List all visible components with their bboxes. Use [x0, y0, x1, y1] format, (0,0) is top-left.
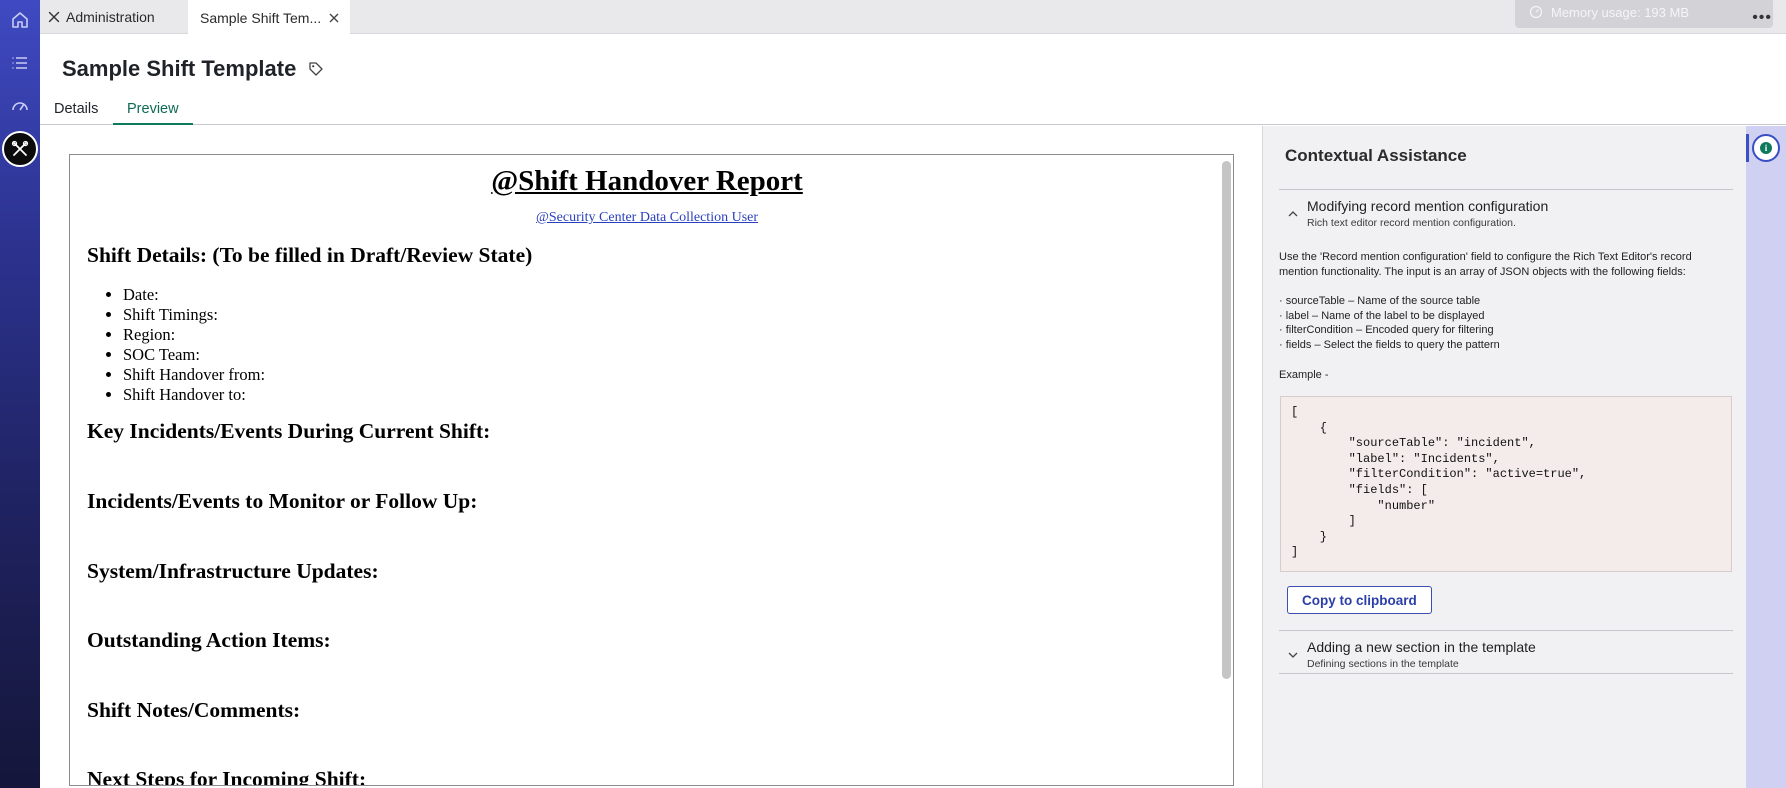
more-options-icon[interactable]: ••• [1752, 9, 1772, 27]
chevron-up-icon[interactable] [1287, 208, 1299, 220]
accordion-new-section[interactable]: Adding a new section in the template Def… [1279, 630, 1733, 674]
memory-gauge-icon [1529, 5, 1543, 19]
memory-usage-indicator: Memory usage: 193 MB [1515, 0, 1773, 28]
assist-intro: Use the 'Record mention configuration' f… [1279, 251, 1692, 278]
list-item: Date: [123, 285, 265, 305]
doc-mention-link[interactable]: @Security Center Data Collection User [87, 210, 1207, 226]
doc-heading: System/Infrastructure Updates: [87, 559, 379, 583]
accordion-subtitle: Rich text editor record mention configur… [1307, 217, 1516, 229]
page-title-text: Sample Shift Template [62, 56, 297, 81]
tab-sample-shift-template[interactable]: Sample Shift Tem... [188, 0, 350, 34]
example-label: Example - [1279, 369, 1329, 381]
assist-title: Contextual Assistance [1285, 146, 1467, 165]
contextual-assistance-panel: Contextual Assistance Modifying record m… [1262, 126, 1746, 788]
shift-details-list: Date: Shift Timings: Region: SOC Team: S… [123, 285, 265, 405]
field-item: · sourceTable – Name of the source table [1279, 295, 1481, 307]
left-nav-rail [0, 0, 40, 788]
doc-heading: Outstanding Action Items: [87, 628, 331, 652]
doc-heading: Next Steps for Incoming Shift: [87, 767, 367, 786]
home-icon[interactable] [0, 2, 40, 38]
page-title: Sample Shift Template [62, 56, 324, 82]
active-indicator [1746, 134, 1749, 162]
admin-tools-icon[interactable] [2, 131, 38, 167]
code-example-block: [ { "sourceTable": "incident", "label": … [1280, 396, 1732, 572]
chevron-down-icon[interactable] [1287, 649, 1299, 661]
list-item: Shift Handover from: [123, 365, 265, 385]
doc-title: @Shift Handover Report [491, 165, 803, 197]
list-item: SOC Team: [123, 345, 265, 365]
tag-icon[interactable] [308, 61, 324, 77]
tools-icon [48, 11, 60, 23]
memory-usage-label: Memory usage: 193 MB [1551, 4, 1690, 20]
list-item: Shift Handover to: [123, 385, 265, 405]
accordion-title: Modifying record mention configuration [1307, 198, 1549, 214]
accordion-subtitle: Defining sections in the template [1307, 658, 1459, 670]
dashboard-gauge-icon[interactable] [0, 88, 40, 124]
tab-administration[interactable]: Administration [48, 0, 155, 34]
field-item: · filterCondition – Encoded query for fi… [1279, 324, 1494, 336]
close-icon[interactable] [328, 12, 340, 24]
info-icon[interactable]: i [1752, 134, 1780, 162]
doc-heading: Key Incidents/Events During Current Shif… [87, 419, 491, 443]
tab-administration-label: Administration [66, 9, 155, 25]
assist-field-list: · sourceTable – Name of the source table… [1279, 294, 1733, 352]
copy-to-clipboard-button[interactable]: Copy to clipboard [1287, 586, 1432, 614]
accordion-title: Adding a new section in the template [1307, 639, 1536, 655]
preview-scrollbar[interactable] [1222, 161, 1231, 679]
record-tabs: Details Preview [40, 96, 1786, 125]
preview-document: @Shift Handover Report @Security Center … [69, 154, 1234, 786]
tab-details[interactable]: Details [40, 101, 112, 125]
tab-sample-label: Sample Shift Tem... [200, 10, 322, 26]
top-tab-bar: Administration Sample Shift Tem... Memor… [40, 0, 1786, 34]
preview-area: @Shift Handover Report @Security Center … [40, 126, 1263, 788]
field-item: · label – Name of the label to be displa… [1279, 309, 1485, 322]
accordion-record-mention[interactable]: Modifying record mention configuration R… [1279, 189, 1733, 232]
tab-preview[interactable]: Preview [113, 101, 193, 125]
list-item: Shift Timings: [123, 305, 265, 325]
list-icon[interactable] [0, 45, 40, 81]
field-item: · fields – Select the fields to query th… [1279, 338, 1500, 351]
doc-heading: Shift Notes/Comments: [87, 698, 301, 722]
list-item: Region: [123, 325, 265, 345]
doc-heading: Incidents/Events to Monitor or Follow Up… [87, 489, 478, 513]
doc-heading-shift-details: Shift Details: (To be filled in Draft/Re… [87, 243, 533, 267]
info-dot-icon: i [1760, 142, 1772, 154]
right-utility-rail: i [1746, 126, 1786, 788]
